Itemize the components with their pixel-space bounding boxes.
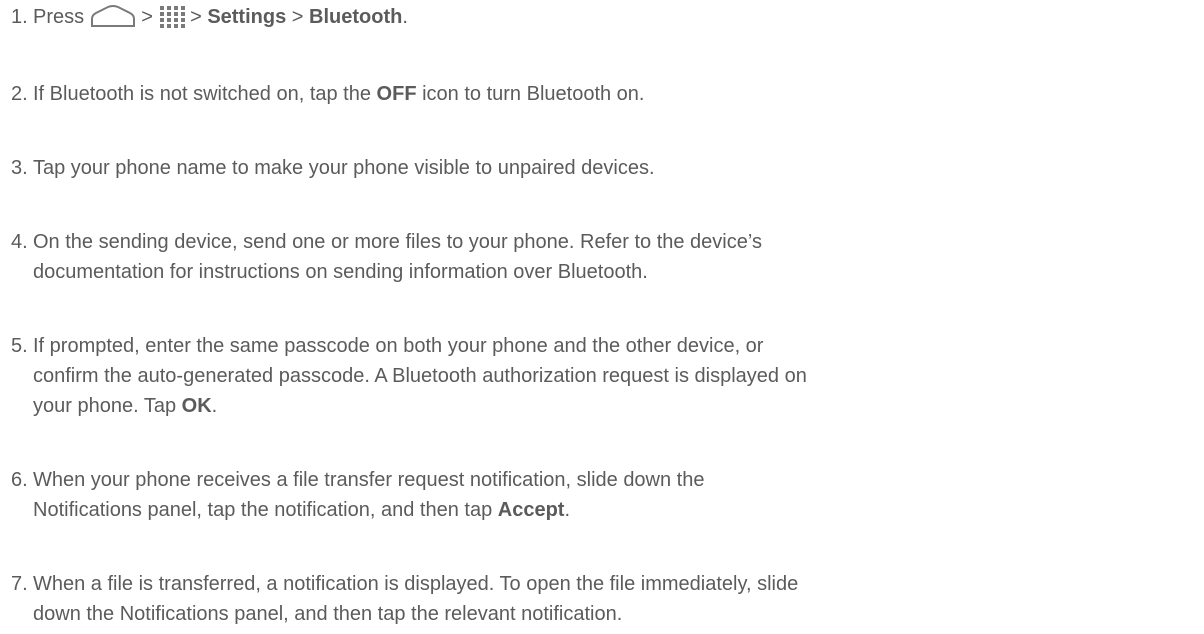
text-run: Tap your phone name to make your phone v… — [33, 157, 655, 179]
text-run: . — [211, 395, 218, 417]
text-run: icon to turn Bluetooth on. — [416, 83, 645, 105]
separator: > — [190, 6, 202, 28]
text-line: down the Notifications panel, and then t… — [33, 603, 623, 625]
step-text: If prompted, enter the same passcode on … — [33, 331, 1198, 421]
step-3: 3. Tap your phone name to make your phon… — [0, 153, 1204, 183]
step-number: 4. — [11, 231, 28, 253]
step-1: 1. Press > > Settings > Bluetooth. — [0, 2, 1204, 38]
step-text: On the sending device, send one or more … — [33, 227, 1198, 287]
step-6: 6. When your phone receives a file trans… — [0, 465, 1204, 525]
step-7: 7. When a file is transferred, a notific… — [0, 569, 1204, 629]
text-run: your phone. Tap — [33, 395, 182, 417]
separator: > — [291, 6, 304, 28]
accept-label: Accept — [497, 499, 565, 521]
step-2: 2. If Bluetooth is not switched on, tap … — [0, 79, 1204, 109]
settings-label: Settings — [207, 6, 287, 28]
step-text: Press > > Settings > Bluetooth. — [33, 2, 1198, 38]
step-number: 5. — [11, 335, 28, 357]
step-4: 4. On the sending device, send one or mo… — [0, 227, 1204, 287]
off-label: OFF — [376, 83, 417, 105]
ok-label: OK — [181, 395, 212, 417]
text-line: documentation for instructions on sendin… — [33, 261, 648, 283]
text-run: . — [564, 499, 571, 521]
text-line: If prompted, enter the same passcode on … — [33, 335, 764, 357]
step-text: When a file is transferred, a notificati… — [33, 569, 1198, 629]
step-number: 2. — [11, 83, 28, 105]
step-text: Tap your phone name to make your phone v… — [33, 153, 1198, 183]
period: . — [402, 6, 408, 28]
step-text: When your phone receives a file transfer… — [33, 465, 1198, 525]
home-icon — [90, 5, 136, 38]
step-number: 3. — [11, 157, 28, 179]
bluetooth-label: Bluetooth — [309, 6, 403, 28]
text-line: confirm the auto-generated passcode. A B… — [33, 365, 807, 387]
instruction-steps: 1. Press > > Settings > Bluetooth. 2. If… — [0, 0, 1204, 634]
step-number: 6. — [11, 469, 28, 491]
apps-grid-icon — [159, 5, 185, 38]
text-run: Notifications panel, tap the notificatio… — [33, 499, 498, 521]
text-line: When a file is transferred, a notificati… — [33, 573, 799, 595]
text-run: If Bluetooth is not switched on, tap the — [33, 83, 377, 105]
text-line: On the sending device, send one or more … — [33, 231, 762, 253]
step-number: 7. — [11, 573, 28, 595]
text-line: When your phone receives a file transfer… — [33, 469, 705, 491]
step-text: If Bluetooth is not switched on, tap the… — [33, 79, 1198, 109]
step-number: 1. — [11, 6, 28, 28]
separator: > — [141, 6, 153, 28]
press-text: Press — [33, 6, 85, 28]
step-5: 5. If prompted, enter the same passcode … — [0, 331, 1204, 421]
